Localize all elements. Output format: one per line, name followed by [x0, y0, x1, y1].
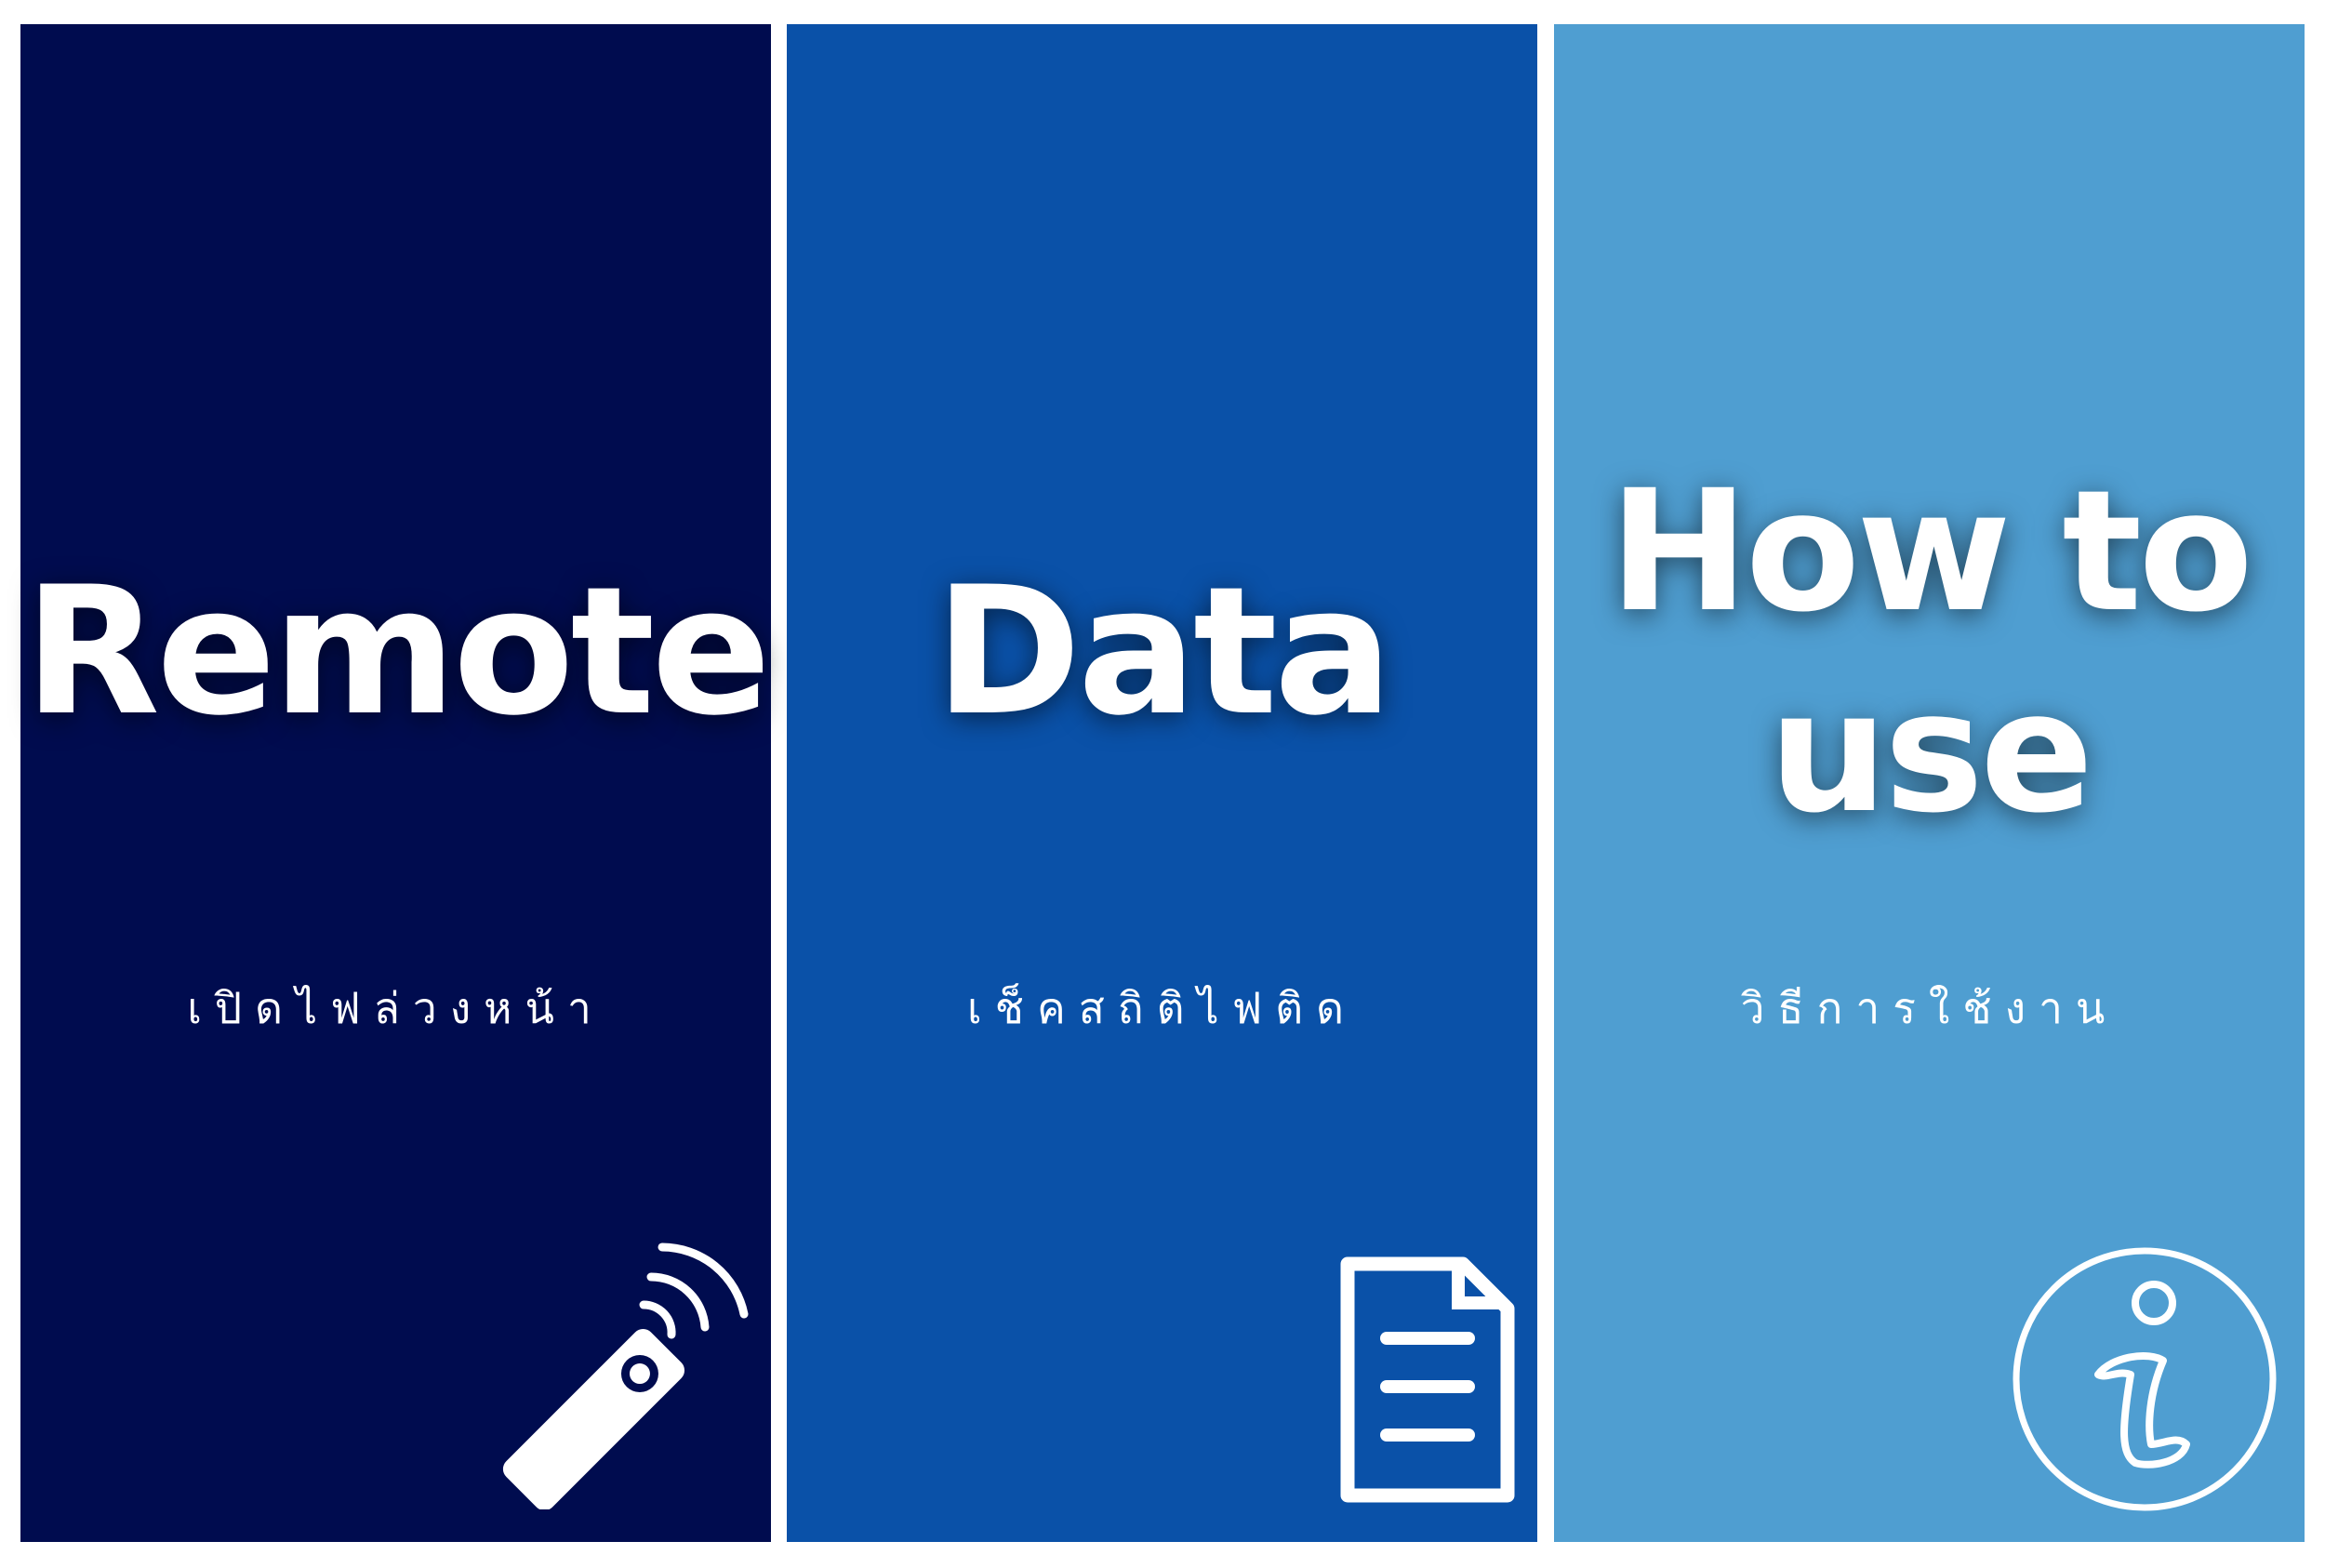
data-panel[interactable]: Data เช็คสถิติไฟติด: [787, 24, 1537, 1542]
how-to-use-panel[interactable]: How to use วิธีการใช้งาน: [1554, 24, 2305, 1542]
remote-control-icon: [502, 1242, 749, 1509]
how-to-use-subtitle: วิธีการใช้งาน: [1740, 983, 2119, 1033]
how-to-use-title: How to use: [1554, 452, 2305, 854]
data-subtitle: เช็คสถิติไฟติด: [967, 983, 1357, 1033]
how-to-use-title-line2: use: [1768, 656, 2093, 850]
document-icon: [1340, 1256, 1515, 1503]
how-to-use-title-line1: How to: [1609, 455, 2253, 649]
info-icon: [2013, 1247, 2277, 1511]
remote-panel[interactable]: Remote เปิดไฟล่วงหน้า: [20, 24, 771, 1542]
data-title: Data: [935, 549, 1393, 754]
remote-title: Remote: [23, 549, 771, 754]
remote-subtitle: เปิดไฟล่วงหน้า: [187, 983, 604, 1033]
